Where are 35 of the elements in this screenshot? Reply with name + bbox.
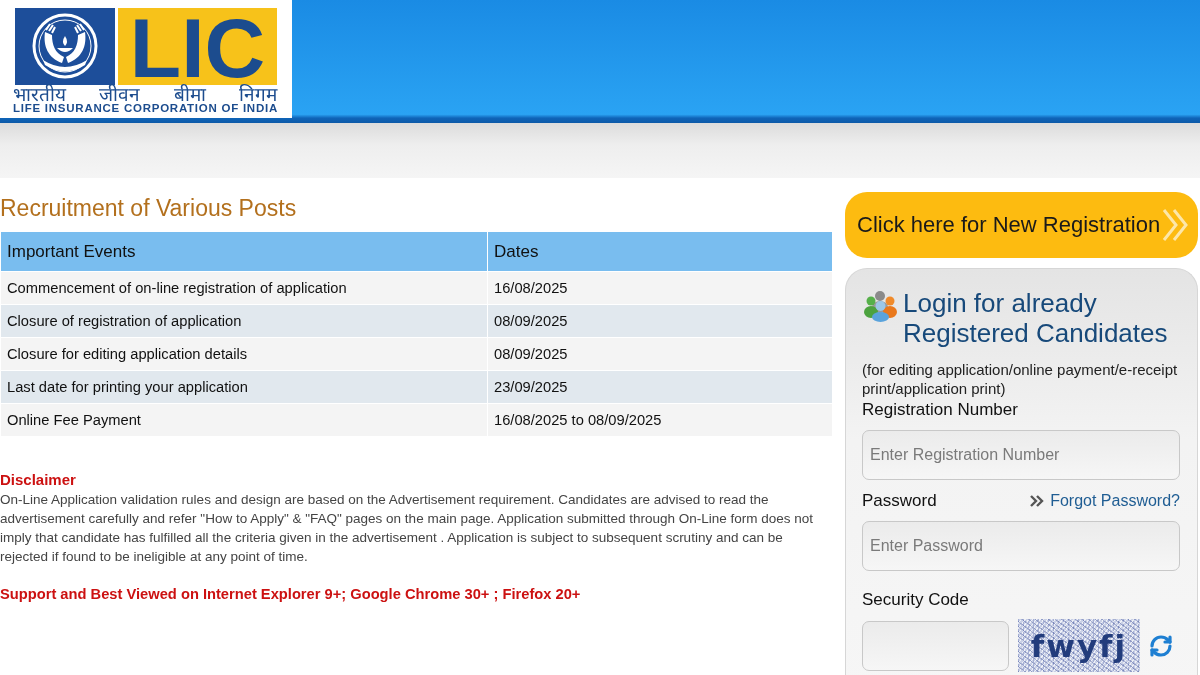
forgot-password-link[interactable]: Forgot Password? [1050, 491, 1180, 511]
logo-english-name: LIFE INSURANCE CORPORATION OF INDIA [13, 103, 277, 114]
hands-lamp-icon [15, 8, 115, 85]
logo-hindi-name: भारतीय जीवन बीमा निगम [13, 86, 277, 103]
browser-support-note: Support and Best Viewed on Internet Explorer 9+; Google Chrome 30+ ; Firefox 20+ [0, 585, 582, 603]
date-cell: 16/08/2025 to 08/09/2025 [488, 404, 832, 436]
page-title: Recruitment of Various Posts [0, 194, 298, 222]
date-cell: 08/09/2025 [488, 338, 832, 370]
password-field[interactable]: Enter Password [862, 521, 1180, 571]
logo-wordmark: LIC [118, 8, 277, 85]
field-label: Registration Number [862, 400, 1019, 420]
event-cell: Commencement of on-line registration of application [1, 272, 487, 304]
login-title: Login for already Registered Candidates [903, 288, 1169, 348]
double-chevron-icon [1162, 208, 1190, 242]
field-label: Password [862, 491, 937, 511]
field-label: Security Code [862, 590, 970, 610]
login-subtitle: (for editing application/online payment/e-receipt print/application print) [862, 360, 1179, 398]
date-cell: 08/09/2025 [488, 305, 832, 337]
date-cell: 16/08/2025 [488, 272, 832, 304]
event-cell: Last date for printing your application [1, 371, 487, 403]
event-cell: Closure for editing application details [1, 338, 487, 370]
captcha-code: fwyfj [1030, 627, 1128, 664]
security-code-field[interactable] [862, 620, 1009, 671]
new-registration-button[interactable]: Click here for New Registration [845, 192, 1198, 258]
column-header: Important Events [1, 232, 487, 271]
event-cell: Online Fee Payment [1, 404, 487, 436]
double-chevron-icon [1030, 495, 1045, 507]
people-icon [864, 290, 897, 322]
date-cell: 23/09/2025 [488, 371, 832, 403]
disclaimer-text: On-Line Application validation rules and design are based on the Advertisement requirement. Candidates are advised to read the advertisement carefully and refer "How to Apply" & "FAQ" pages on the main page. Application submitted through On-Line form does not imply that candidate has fulfilled all the criteria given in the advertisement . Application is subject to subsequent scrutiny and can be rejected if found to be ineligible at any point of time. [0, 491, 815, 566]
refresh-icon[interactable] [1149, 632, 1173, 659]
input-field[interactable]: Enter Registration Number [862, 430, 1180, 480]
event-cell: Closure of registration of application [1, 305, 487, 337]
disclaimer-heading: Disclaimer [0, 471, 77, 489]
column-header: Dates [488, 232, 832, 271]
